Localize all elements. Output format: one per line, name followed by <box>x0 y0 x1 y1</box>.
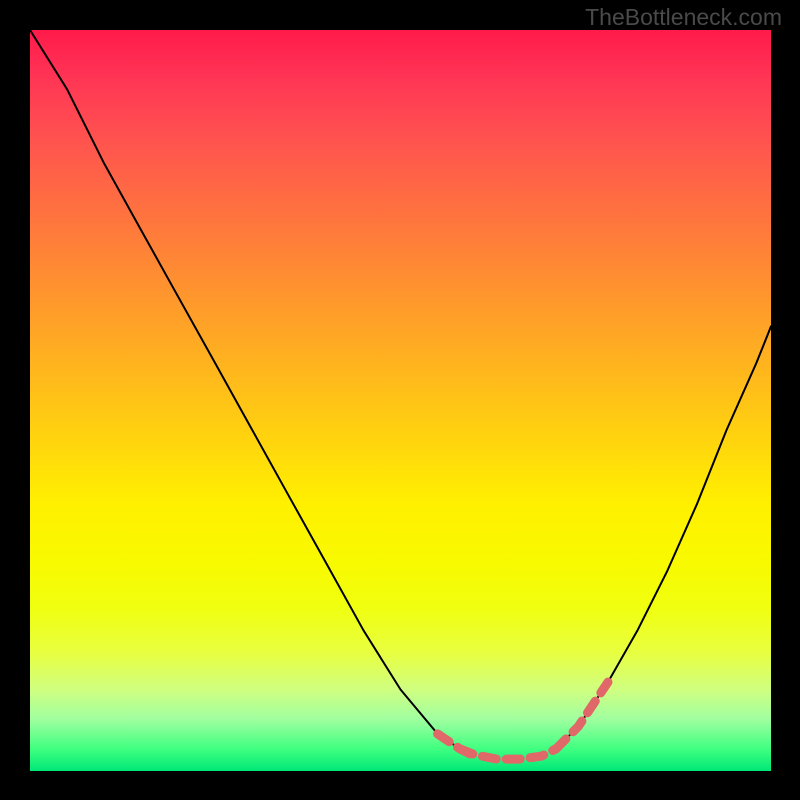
watermark-text: TheBottleneck.com <box>585 4 782 31</box>
chart-curves <box>30 30 771 771</box>
